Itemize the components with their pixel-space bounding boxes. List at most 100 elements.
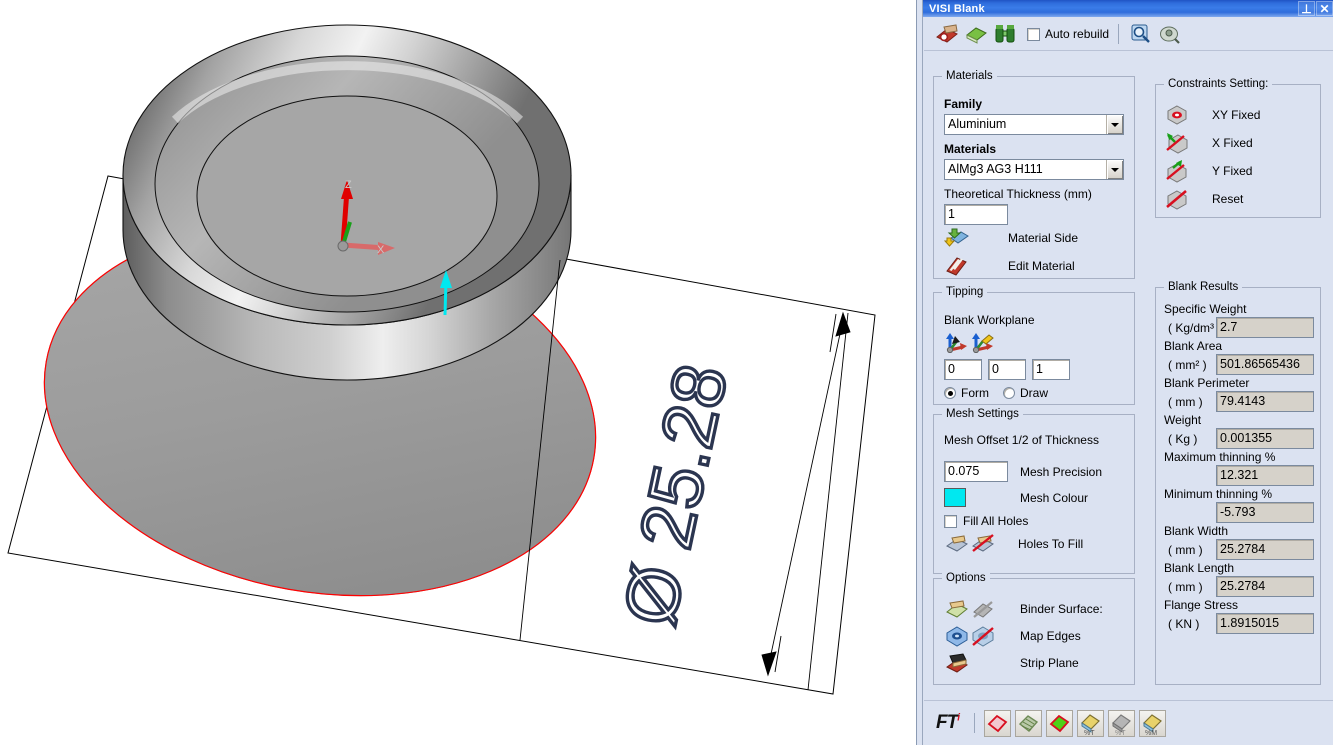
workplane-edit-icon[interactable] bbox=[970, 331, 996, 355]
close-button[interactable]: ✕ bbox=[1316, 1, 1333, 16]
map-edges-label: Map Edges bbox=[1020, 629, 1081, 643]
result-row: Maximum thinning % 12.321 bbox=[1164, 450, 1314, 486]
edit-material-book-icon[interactable] bbox=[944, 254, 970, 278]
constraint-y-label: Y Fixed bbox=[1212, 164, 1253, 178]
mesh-colour-label: Mesh Colour bbox=[1020, 490, 1089, 505]
result-unit: ( Kg/dm³ ) bbox=[1168, 320, 1222, 335]
thinning-percent-m-button[interactable]: %M bbox=[1139, 709, 1166, 737]
result-row: Specific Weight ( Kg/dm³ ) 2.7 bbox=[1164, 302, 1314, 338]
tipping-group: Tipping Blank Workplane 0 0 1 Form Draw bbox=[933, 286, 1135, 405]
family-label: Family bbox=[944, 97, 983, 111]
result-value: 2.7 bbox=[1216, 317, 1314, 338]
material-side-label: Material Side bbox=[1008, 231, 1079, 245]
remove-hole-fill-icon[interactable] bbox=[970, 532, 996, 556]
cad-viewport[interactable]: Z X Ø 25.28 bbox=[0, 0, 916, 745]
panel-bottom-toolbar: FTi %T %T %M bbox=[924, 700, 1333, 745]
blank-layers-icon[interactable] bbox=[963, 21, 989, 47]
strip-plane-icon[interactable] bbox=[944, 651, 970, 675]
result-value: 501.86565436 bbox=[1216, 354, 1314, 375]
application-window: Z X Ø 25.28 VISI Blank ⊥ ✕ Auto rebuild … bbox=[0, 0, 1333, 745]
svg-text:%M: %M bbox=[1145, 730, 1157, 736]
result-value: 1.8915015 bbox=[1216, 613, 1314, 634]
binder-surface-label: Binder Surface: bbox=[1020, 602, 1103, 616]
thickness-input[interactable]: 1 bbox=[944, 204, 1008, 225]
map-edges-add-icon[interactable] bbox=[944, 624, 970, 648]
calculate-blank-icon[interactable] bbox=[934, 21, 960, 47]
panel-gutter bbox=[917, 0, 923, 745]
thickness-label: Theoretical Thickness (mm) bbox=[944, 187, 1092, 201]
result-unit: ( mm ) bbox=[1168, 394, 1203, 409]
workplane-pick-icon[interactable] bbox=[944, 331, 970, 355]
show-mesh-button[interactable] bbox=[1015, 709, 1042, 737]
binoculars-icon[interactable] bbox=[992, 21, 1018, 47]
chevron-down-icon[interactable] bbox=[1106, 115, 1123, 134]
workplane-z-input[interactable]: 1 bbox=[1032, 359, 1070, 380]
radio-draw-dot[interactable] bbox=[1003, 387, 1015, 399]
chevron-down-icon[interactable] bbox=[1106, 160, 1123, 179]
constraint-x-label: X Fixed bbox=[1212, 136, 1253, 150]
options-caption: Options bbox=[942, 572, 990, 584]
result-label: Minimum thinning % bbox=[1164, 487, 1273, 501]
constraints-caption: Constraints Setting: bbox=[1164, 78, 1273, 90]
auto-rebuild-checkbox[interactable]: Auto rebuild bbox=[1027, 27, 1109, 41]
result-label: Specific Weight bbox=[1164, 302, 1247, 316]
mesh-precision-input[interactable]: 0.075 bbox=[944, 461, 1008, 482]
fti-logo-sup: i bbox=[957, 712, 960, 724]
svg-text:%T: %T bbox=[1084, 730, 1095, 736]
mesh-colour-swatch[interactable] bbox=[944, 488, 966, 507]
fti-logo: FTi bbox=[936, 712, 960, 734]
mode-draw-radio[interactable]: Draw bbox=[1003, 386, 1048, 400]
result-label: Flange Stress bbox=[1164, 598, 1239, 612]
axis-x-label: X bbox=[377, 244, 385, 256]
workplane-x-input[interactable]: 0 bbox=[944, 359, 982, 380]
family-value: Aluminium bbox=[948, 117, 1007, 131]
strip-plane-label: Strip Plane bbox=[1020, 656, 1079, 670]
result-label: Weight bbox=[1164, 413, 1202, 427]
binder-surface-add-icon[interactable] bbox=[944, 597, 970, 621]
auto-rebuild-checkbox-box[interactable] bbox=[1027, 27, 1040, 41]
radio-form-dot[interactable] bbox=[944, 387, 956, 399]
dimension-annotation: Ø 25.28 bbox=[605, 356, 744, 634]
materials-label: Materials bbox=[944, 142, 997, 156]
material-select[interactable]: AlMg3 AG3 H111 bbox=[944, 159, 1124, 180]
constraint-y-fixed-icon[interactable] bbox=[1164, 159, 1190, 183]
result-label: Blank Area bbox=[1164, 339, 1223, 353]
result-value: -5.793 bbox=[1216, 502, 1314, 523]
workplane-y-input[interactable]: 0 bbox=[988, 359, 1026, 380]
constraint-x-fixed-icon[interactable] bbox=[1164, 131, 1190, 155]
materials-caption: Materials bbox=[942, 70, 997, 82]
auto-rebuild-label: Auto rebuild bbox=[1045, 27, 1110, 41]
add-hole-fill-icon[interactable] bbox=[944, 532, 970, 556]
result-value: 25.2784 bbox=[1216, 576, 1314, 597]
constraint-reset-icon[interactable] bbox=[1164, 187, 1190, 211]
constraint-xy-fixed-icon[interactable] bbox=[1164, 103, 1190, 127]
mode-draw-label: Draw bbox=[1020, 386, 1049, 400]
result-unit: ( Kg ) bbox=[1168, 431, 1198, 446]
panel-titlebar[interactable]: VISI Blank ⊥ ✕ bbox=[923, 0, 1333, 17]
tipping-caption: Tipping bbox=[942, 286, 988, 298]
pin-button[interactable]: ⊥ bbox=[1298, 1, 1315, 16]
zoom-report-icon[interactable] bbox=[1128, 21, 1154, 47]
show-filled-blank-button[interactable] bbox=[1046, 709, 1073, 737]
show-blank-outline-button[interactable] bbox=[984, 709, 1011, 737]
constraints-group: Constraints Setting: XY Fixed X Fixed Y … bbox=[1155, 78, 1321, 218]
result-row: Flange Stress ( KN ) 1.8915015 bbox=[1164, 598, 1314, 634]
map-edges-remove-icon[interactable] bbox=[970, 624, 996, 648]
bottom-toolbar-separator bbox=[974, 713, 975, 733]
thinning-percent-t-button[interactable]: %T bbox=[1077, 709, 1104, 737]
panel-title: VISI Blank bbox=[929, 2, 985, 15]
dimension-text-outline: Ø 25.28 bbox=[607, 357, 743, 632]
result-label: Blank Perimeter bbox=[1164, 376, 1250, 390]
thinning-grey-button[interactable]: %T bbox=[1108, 709, 1135, 737]
mode-form-label: Form bbox=[961, 386, 989, 400]
fill-all-holes-checkbox[interactable] bbox=[944, 514, 957, 528]
mode-form-radio[interactable]: Form bbox=[944, 386, 989, 400]
result-value: 0.001355 bbox=[1216, 428, 1314, 449]
binder-surface-remove-icon[interactable] bbox=[970, 597, 996, 621]
fill-all-holes-label: Fill All Holes bbox=[963, 514, 1029, 528]
family-select[interactable]: Aluminium bbox=[944, 114, 1124, 135]
fti-logo-text: FT bbox=[936, 712, 958, 733]
material-side-icon[interactable] bbox=[943, 226, 970, 250]
preview-icon[interactable] bbox=[1157, 21, 1183, 47]
axis-z-label: Z bbox=[345, 179, 352, 191]
